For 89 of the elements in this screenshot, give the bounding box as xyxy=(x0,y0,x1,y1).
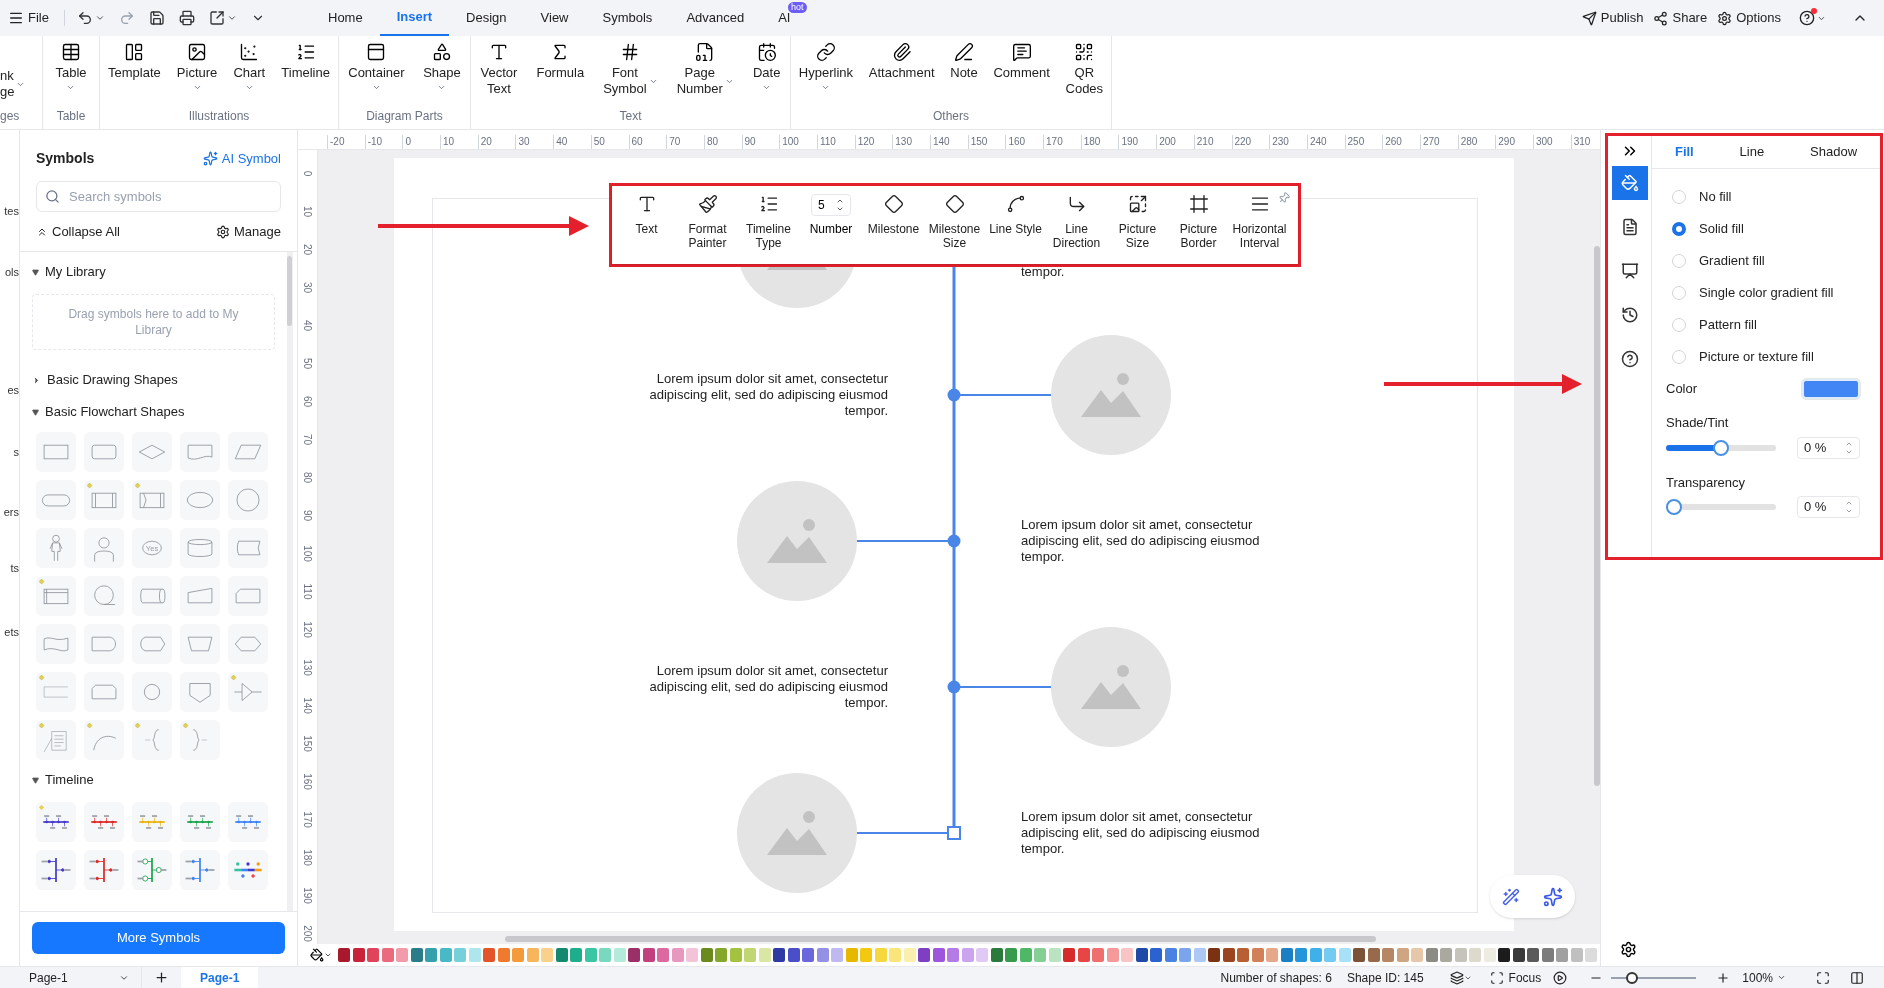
sidebar-tab[interactable]: ers xyxy=(3,505,19,519)
number-input[interactable]: 0 % xyxy=(1797,496,1860,518)
ribbon-button[interactable]: Picture xyxy=(174,42,220,107)
ribbon-button[interactable]: Shape xyxy=(421,42,463,107)
panel-tab[interactable]: Shadow xyxy=(1810,142,1858,162)
toolbar-button[interactable]: Milestone xyxy=(863,194,924,236)
milestone-text: Lorem ipsum dolor sit amet, consectetur adipiscing elit, sed do adipiscing eiusmod tempor. xyxy=(648,663,888,711)
section-header[interactable]: Timeline xyxy=(32,768,275,792)
ribbon-button[interactable]: Note xyxy=(948,42,980,107)
shape-id: Shape ID: 145 xyxy=(1346,969,1424,987)
focus-button[interactable]: Focus xyxy=(1489,968,1542,987)
ribbon-group-label: Illustrations xyxy=(188,108,250,125)
milestone-text: Lorem ipsum dolor sit amet, consectetur adipiscing elit, sed do adipiscing eiusmod tempor. xyxy=(648,371,888,419)
ribbon-button[interactable]: Formula xyxy=(534,42,587,107)
sidebar-tab[interactable]: ts xyxy=(10,561,19,575)
sidebar-tab[interactable]: ets xyxy=(4,625,19,639)
menu-tab[interactable]: Design xyxy=(449,0,524,36)
ribbon-button[interactable]: Timeline xyxy=(279,42,332,107)
ai-symbol-button[interactable]: AI Symbol xyxy=(202,148,281,169)
ribbon-button[interactable]: Comment xyxy=(991,42,1052,107)
ribbon-group-label: Others xyxy=(933,108,969,125)
toolbar-action[interactable]: Options xyxy=(1717,8,1781,28)
ribbon-button[interactable]: Vector Text xyxy=(478,42,520,107)
number-input[interactable]: 0 % xyxy=(1797,436,1860,459)
search-field[interactable]: Search symbols xyxy=(36,181,281,212)
section-header[interactable]: Basic Drawing Shapes xyxy=(32,368,275,392)
toolbar-button[interactable]: Text xyxy=(616,194,677,236)
toolbar-action[interactable]: Share xyxy=(1653,8,1708,28)
ribbon-button[interactable]: Page Number xyxy=(674,42,736,107)
milestone-text: Lorem ipsum dolor sit amet, consectetur adipiscing elit, sed do adipiscing eiusmod tempor. xyxy=(1021,517,1261,565)
fill-radio[interactable]: No fill xyxy=(1672,181,1860,213)
more-symbols-button[interactable]: More Symbols xyxy=(32,922,285,954)
panel-title: Symbols xyxy=(36,149,95,168)
sidebar-tab[interactable]: s xyxy=(13,445,19,459)
fill-radio[interactable]: Pattern fill xyxy=(1672,309,1860,341)
toolbar-label: Number xyxy=(809,222,853,236)
shape-count: Number of shapes: 6 xyxy=(1220,969,1332,987)
toolbar-button[interactable]: Format Painter xyxy=(677,194,738,250)
toolbar-button[interactable]: Line Direction xyxy=(1046,194,1107,250)
ribbon-group-label: ges xyxy=(0,108,20,125)
sidebar-tab[interactable]: es xyxy=(7,383,19,397)
fill-radio[interactable]: Solid fill xyxy=(1672,213,1860,245)
file-menu[interactable]: File xyxy=(8,8,52,28)
page-select[interactable]: Page-1 xyxy=(0,967,142,988)
fill-radio[interactable]: Gradient fill xyxy=(1672,245,1860,277)
toolbar-button[interactable]: Timeline Type xyxy=(738,194,799,250)
ribbon-group-label: Text xyxy=(619,108,642,125)
toolbar-button[interactable]: Picture Size xyxy=(1107,194,1168,250)
ribbon-button[interactable]: Date xyxy=(750,42,783,107)
ribbon-button[interactable]: Font Symbol xyxy=(601,42,660,107)
menu-tab[interactable]: Advanced xyxy=(669,0,762,36)
toolbar-action[interactable]: Publish xyxy=(1581,8,1644,28)
number-stepper[interactable]: 5 xyxy=(811,194,851,216)
field-label: Color xyxy=(1666,380,1698,399)
page-tab[interactable]: Page-1 xyxy=(181,967,259,988)
section-header[interactable]: My Library xyxy=(32,260,275,284)
toolbar-button[interactable]: Line Style xyxy=(985,194,1046,236)
sidebar-tab[interactable]: ols xyxy=(4,265,19,279)
ribbon-button[interactable]: QR Codes xyxy=(1063,42,1106,107)
sidebar-tab[interactable]: tes xyxy=(4,204,19,218)
toolbar-button[interactable]: Milestone Size xyxy=(924,194,985,250)
ribbon-group-label: Table xyxy=(56,108,86,125)
field-label: Shade/Tint xyxy=(1666,414,1730,432)
menu-tab[interactable]: Home xyxy=(311,0,380,36)
menu-tab[interactable]: View xyxy=(523,0,586,36)
ribbon-button[interactable]: Table xyxy=(53,42,89,107)
ribbon-button[interactable]: Container xyxy=(346,42,407,107)
zoom-select[interactable]: 100% xyxy=(1742,968,1786,987)
panel-tab[interactable]: Line xyxy=(1739,142,1765,162)
manage-button[interactable]: Manage xyxy=(216,221,281,242)
milestone-text: Lorem ipsum dolor sit amet, consectetur adipiscing elit, sed do adipiscing eiusmod tempor. xyxy=(1021,809,1261,857)
ribbon-group-label: Diagram Parts xyxy=(366,108,443,125)
menu-tab[interactable]: AI hot xyxy=(761,0,808,36)
field-label: Transparency xyxy=(1666,473,1746,492)
section-header[interactable]: Basic Flowchart Shapes xyxy=(32,400,275,424)
milestone-text: tempor. xyxy=(1021,264,1065,280)
ribbon-button[interactable]: Template xyxy=(106,42,163,107)
ribbon-button[interactable]: Chart xyxy=(231,42,268,107)
toolbar-button[interactable]: Horizontal Interval xyxy=(1229,194,1290,250)
menu-tab[interactable]: Symbols xyxy=(585,0,670,36)
ribbon-button[interactable]: Attachment xyxy=(866,42,937,107)
ribbon-button[interactable]: Hyperlink xyxy=(796,42,856,107)
ribbon-button[interactable]: nk ge xyxy=(0,42,26,107)
collapse-all-button[interactable]: Collapse All xyxy=(36,221,120,242)
panel-tab[interactable]: Fill xyxy=(1674,142,1694,162)
toolbar-button[interactable]: Picture Border xyxy=(1168,194,1229,250)
fill-radio[interactable]: Picture or texture fill xyxy=(1672,341,1860,373)
fill-radio[interactable]: Single color gradient fill xyxy=(1672,277,1860,309)
hot-badge: hot xyxy=(788,2,807,13)
